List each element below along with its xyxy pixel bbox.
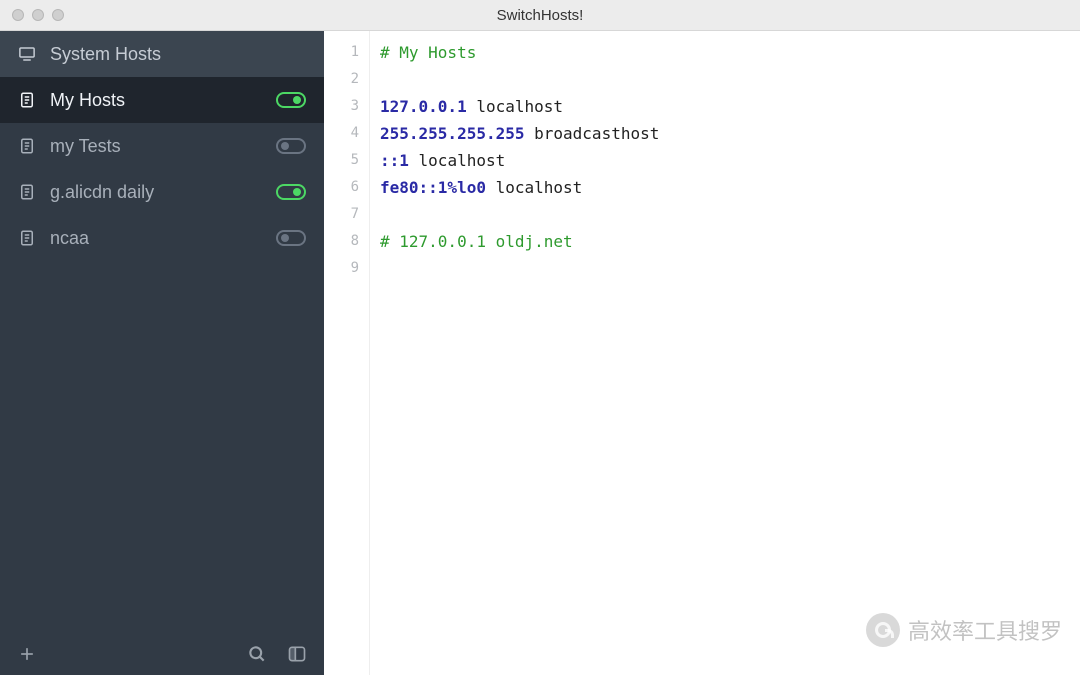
sidebar-item-ncaa[interactable]: ncaa xyxy=(0,215,324,261)
line-number: 8 xyxy=(324,228,369,255)
line-number: 6 xyxy=(324,174,369,201)
code-line[interactable]: ::1 localhost xyxy=(380,147,1070,174)
sidebar-item-label: my Tests xyxy=(50,136,276,157)
code-line[interactable]: 127.0.0.1 localhost xyxy=(380,93,1070,120)
toggle-knob xyxy=(293,96,301,104)
ip-token: ::1 xyxy=(380,151,409,170)
ip-token: 127.0.0.1 xyxy=(380,97,467,116)
file-icon xyxy=(18,137,36,155)
editor[interactable]: 123456789 # My Hosts 127.0.0.1 localhost… xyxy=(324,31,1080,675)
window-title: SwitchHosts! xyxy=(0,7,1080,24)
code-line[interactable] xyxy=(380,66,1070,93)
line-number: 1 xyxy=(324,39,369,66)
close-window-button[interactable] xyxy=(12,9,24,21)
host-toggle[interactable] xyxy=(276,138,306,154)
host-toggle[interactable] xyxy=(276,184,306,200)
line-number: 4 xyxy=(324,120,369,147)
sidebar: System Hosts My Hosts my Tests g.alicdn dai… xyxy=(0,31,324,675)
code-line[interactable] xyxy=(380,255,1070,282)
minimize-window-button[interactable] xyxy=(32,9,44,21)
line-number: 2 xyxy=(324,66,369,93)
host-token: broadcasthost xyxy=(525,124,660,143)
search-icon xyxy=(247,644,267,664)
line-number: 3 xyxy=(324,93,369,120)
search-button[interactable] xyxy=(244,641,270,667)
sidebar-item-my-tests[interactable]: my Tests xyxy=(0,123,324,169)
sidebar-item-system-hosts[interactable]: System Hosts xyxy=(0,31,324,77)
host-token: localhost xyxy=(409,151,505,170)
plus-icon xyxy=(17,644,37,664)
code-line[interactable]: 255.255.255.255 broadcasthost xyxy=(380,120,1070,147)
line-number: 5 xyxy=(324,147,369,174)
comment-token: # My Hosts xyxy=(380,43,476,62)
titlebar: SwitchHosts! xyxy=(0,0,1080,31)
sidebar-item-label: g.alicdn daily xyxy=(50,182,276,203)
code-area[interactable]: # My Hosts 127.0.0.1 localhost255.255.25… xyxy=(370,31,1080,675)
file-icon xyxy=(18,229,36,247)
panel-icon xyxy=(287,644,307,664)
host-toggle[interactable] xyxy=(276,92,306,108)
line-number-gutter: 123456789 xyxy=(324,31,370,675)
comment-token: # 127.0.0.1 oldj.net xyxy=(380,232,573,251)
line-number: 7 xyxy=(324,201,369,228)
ip-token: fe80::1%lo0 xyxy=(380,178,486,197)
monitor-icon xyxy=(18,45,36,63)
toggle-knob xyxy=(281,234,289,242)
panel-toggle-button[interactable] xyxy=(284,641,310,667)
line-number: 9 xyxy=(324,255,369,282)
sidebar-item-label: My Hosts xyxy=(50,90,276,111)
file-icon xyxy=(18,91,36,109)
code-line[interactable]: # My Hosts xyxy=(380,39,1070,66)
host-token: localhost xyxy=(486,178,582,197)
app-window: SwitchHosts! System Hosts My Hosts my Test… xyxy=(0,0,1080,675)
sidebar-item-label: System Hosts xyxy=(50,44,306,65)
toggle-knob xyxy=(281,142,289,150)
sidebar-bottombar xyxy=(0,633,324,675)
window-controls xyxy=(0,9,64,21)
sidebar-item-label: ncaa xyxy=(50,228,276,249)
add-host-button[interactable] xyxy=(14,641,40,667)
ip-token: 255.255.255.255 xyxy=(380,124,525,143)
code-line[interactable]: # 127.0.0.1 oldj.net xyxy=(380,228,1070,255)
code-line[interactable] xyxy=(380,201,1070,228)
toggle-knob xyxy=(293,188,301,196)
app-body: System Hosts My Hosts my Tests g.alicdn dai… xyxy=(0,31,1080,675)
sidebar-item-my-hosts[interactable]: My Hosts xyxy=(0,77,324,123)
host-toggle[interactable] xyxy=(276,230,306,246)
host-token: localhost xyxy=(467,97,563,116)
sidebar-items: System Hosts My Hosts my Tests g.alicdn dai… xyxy=(0,31,324,633)
zoom-window-button[interactable] xyxy=(52,9,64,21)
code-line[interactable]: fe80::1%lo0 localhost xyxy=(380,174,1070,201)
file-icon xyxy=(18,183,36,201)
sidebar-item-g-alicdn-daily[interactable]: g.alicdn daily xyxy=(0,169,324,215)
